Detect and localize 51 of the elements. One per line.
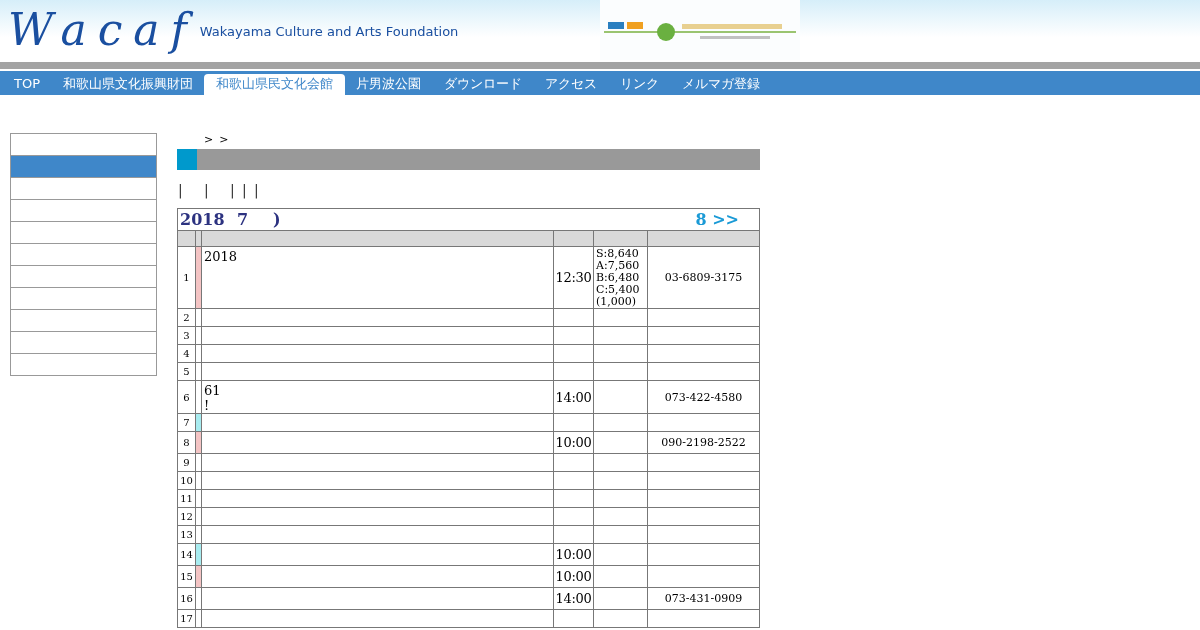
- breadcrumb-separator: >: [204, 132, 214, 146]
- phone-cell: 090-2198-2522: [647, 431, 760, 454]
- link-separator: |: [230, 182, 236, 198]
- link-separator: |: [254, 182, 259, 198]
- nav-tab[interactable]: 和歌山県民文化会館: [204, 74, 345, 95]
- calendar-year: 2018: [180, 210, 226, 229]
- day-cell: 17: [177, 609, 196, 628]
- day-cell: 1: [177, 246, 196, 309]
- link-separator: |: [204, 182, 210, 198]
- time-cell: 10:00: [553, 543, 594, 566]
- day-cell: 4: [177, 344, 196, 363]
- day-cell: 2: [177, 308, 196, 327]
- nav-tab[interactable]: リンク: [608, 74, 671, 95]
- next-month-link[interactable]: 8 >>: [695, 210, 739, 229]
- day-cell: 11: [177, 489, 196, 508]
- event-cell: 61 !: [201, 380, 554, 414]
- nav-tab[interactable]: TOP: [2, 74, 52, 95]
- day-cell: 14: [177, 543, 196, 566]
- day-cell: 10: [177, 471, 196, 490]
- day-cell: 6: [177, 380, 196, 414]
- price-cell: S:8,640 A:7,560 B:6,480 C:5,400 (1,000): [593, 246, 648, 309]
- day-cell: 5: [177, 362, 196, 381]
- day-cell: 8: [177, 431, 196, 454]
- site-subtitle: Wakayama Culture and Arts Foundation: [199, 24, 460, 39]
- link-separator: |: [242, 182, 248, 198]
- day-cell: 9: [177, 453, 196, 472]
- time-cell: 10:00: [553, 565, 594, 588]
- phone-cell: 03-6809-3175: [647, 246, 760, 309]
- day-cell: 13: [177, 525, 196, 544]
- link-separator: |: [178, 182, 184, 198]
- nav-tab[interactable]: メルマガ登録: [670, 74, 772, 95]
- event-cell: 2018: [201, 246, 554, 309]
- nav-tab[interactable]: 片男波公園: [344, 74, 433, 95]
- time-cell: 12:30: [553, 246, 594, 309]
- day-cell: 7: [177, 413, 196, 432]
- time-cell: 10:00: [553, 431, 594, 454]
- day-cell: 3: [177, 326, 196, 345]
- day-cell: 15: [177, 565, 196, 588]
- day-cell: 12: [177, 507, 196, 526]
- day-cell: 16: [177, 587, 196, 610]
- nav-tab[interactable]: 和歌山県文化振興財団: [51, 74, 205, 95]
- logo[interactable]: Wacaf: [8, 2, 198, 58]
- breadcrumb-separator: >: [219, 132, 229, 146]
- time-cell: 14:00: [553, 380, 594, 414]
- calendar-title-text: ): [273, 210, 281, 229]
- nav-tab[interactable]: ダウンロード: [432, 74, 534, 95]
- calendar-month: 7: [237, 210, 250, 229]
- time-cell: 14:00: [553, 587, 594, 610]
- nav-tab[interactable]: アクセス: [533, 74, 609, 95]
- phone-cell: 073-431-0909: [647, 587, 760, 610]
- phone-cell: 073-422-4580: [647, 380, 760, 414]
